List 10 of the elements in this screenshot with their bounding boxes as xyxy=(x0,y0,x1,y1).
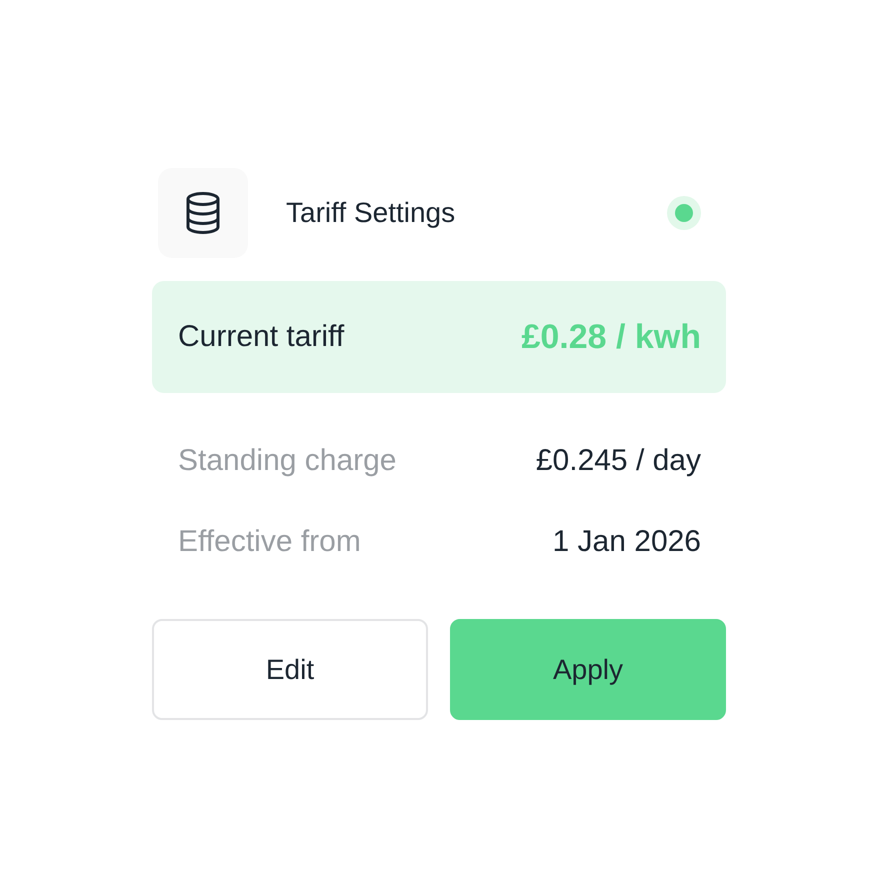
current-tariff-value: £0.28 / kwh xyxy=(521,318,701,356)
detail-value: 1 Jan 2026 xyxy=(552,525,701,559)
detail-label: Standing charge xyxy=(178,444,396,478)
database-icon xyxy=(186,192,220,234)
card-title: Tariff Settings xyxy=(286,197,456,229)
detail-label: Effective from xyxy=(178,525,361,559)
apply-button[interactable]: Apply xyxy=(450,619,726,720)
detail-value: £0.245 / day xyxy=(536,444,701,478)
current-tariff-label: Current tariff xyxy=(178,320,344,354)
edit-button[interactable]: Edit xyxy=(152,619,428,720)
